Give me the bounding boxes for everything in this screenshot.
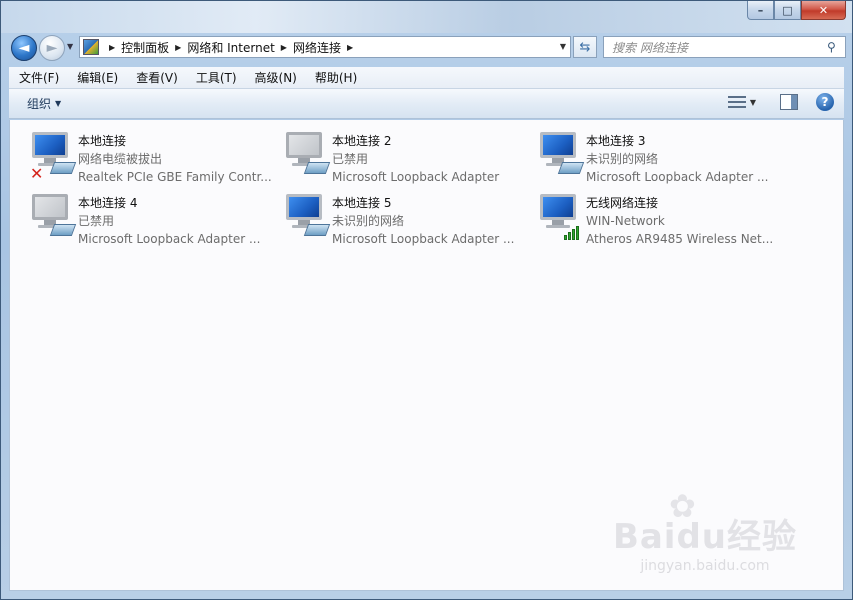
signal-strength-icon — [564, 224, 584, 240]
help-icon[interactable]: ? — [816, 93, 834, 111]
connection-adapter: Realtek PCIe GBE Family Contr... — [78, 170, 272, 184]
connection-status: WIN-Network — [586, 214, 665, 228]
change-view-icon[interactable] — [727, 95, 746, 109]
ethernet-plug-icon — [303, 224, 331, 236]
network-adapter-icon: ✕ — [22, 126, 78, 182]
menu-edit[interactable]: 编辑(E) — [67, 69, 126, 86]
chevron-right-icon[interactable]: ▶ — [281, 43, 287, 52]
connection-adapter: Microsoft Loopback Adapter ... — [586, 170, 769, 184]
views-dropdown-icon[interactable]: ▼ — [750, 98, 756, 107]
toolbar-right: ▼ ? — [727, 93, 834, 111]
connection-status: 未识别的网络 — [332, 214, 405, 228]
breadcrumb-network-connections[interactable]: 网络连接 — [293, 39, 341, 56]
explorer-window: – □ ✕ ◄ ► ▼ ▶ 控制面板 ▶ 网络和 Internet ▶ 网络连接… — [0, 0, 853, 600]
connection-item[interactable]: 本地连接 2 已禁用 Microsoft Loopback Adapter — [276, 126, 526, 184]
control-panel-icon — [83, 39, 99, 55]
search-icon[interactable]: ⚲ — [827, 40, 845, 54]
preview-pane-icon[interactable] — [780, 94, 798, 110]
history-dropdown-icon[interactable]: ▼ — [67, 42, 73, 51]
breadcrumb-network-internet[interactable]: 网络和 Internet — [187, 39, 274, 56]
connection-adapter: Microsoft Loopback Adapter ... — [78, 232, 261, 246]
title-bar — [1, 1, 852, 33]
network-adapter-icon — [22, 188, 78, 244]
address-bar[interactable]: ▶ 控制面板 ▶ 网络和 Internet ▶ 网络连接 ▶ ▼ — [79, 36, 571, 58]
ethernet-plug-icon — [557, 162, 585, 174]
search-box[interactable]: 搜索 网络连接 ⚲ — [603, 36, 846, 58]
minimize-button[interactable]: – — [747, 1, 774, 20]
address-dropdown-icon[interactable]: ▼ — [560, 42, 566, 51]
watermark-url: jingyan.baidu.com — [640, 558, 770, 574]
connection-name: 本地连接 4 — [78, 196, 138, 210]
back-button[interactable]: ◄ — [11, 35, 37, 61]
search-input[interactable]: 搜索 网络连接 — [612, 39, 827, 56]
connection-item[interactable]: 本地连接 5 未识别的网络 Microsoft Loopback Adapter… — [276, 188, 526, 246]
connection-adapter: Microsoft Loopback Adapter — [332, 170, 500, 184]
connection-status: 已禁用 — [332, 152, 369, 166]
organize-button[interactable]: 组织 ▼ — [27, 95, 61, 112]
network-adapter-icon — [530, 126, 586, 182]
refresh-button[interactable]: ⇆ — [573, 36, 597, 58]
chevron-down-icon: ▼ — [55, 99, 62, 108]
connections-list: ✕ 本地连接 网络电缆被拔出 Realtek PCIe GBE Family C… — [9, 120, 844, 591]
connection-status: 网络电缆被拔出 — [78, 152, 163, 166]
ethernet-plug-icon — [49, 224, 77, 236]
disconnected-x-icon: ✕ — [30, 164, 44, 183]
connection-name: 本地连接 — [78, 134, 127, 148]
menu-file[interactable]: 文件(F) — [9, 69, 67, 86]
watermark: ✿ Baidu经验 jingyan.baidu.com — [612, 487, 797, 574]
wireless-adapter-icon — [530, 188, 586, 244]
network-adapter-icon — [276, 188, 332, 244]
connection-adapter: Atheros AR9485 Wireless Net... — [586, 232, 774, 246]
ethernet-plug-icon — [303, 162, 331, 174]
menu-bar: 文件(F) 编辑(E) 查看(V) 工具(T) 高级(N) 帮助(H) — [9, 67, 844, 89]
paw-logo-icon: ✿ — [668, 487, 696, 525]
close-button[interactable]: ✕ — [801, 1, 846, 20]
connection-status: 已禁用 — [78, 214, 115, 228]
ethernet-plug-icon — [49, 162, 77, 174]
network-adapter-icon — [276, 126, 332, 182]
maximize-button[interactable]: □ — [774, 1, 801, 20]
caption-buttons: – □ ✕ — [747, 1, 846, 21]
navigation-bar: ◄ ► ▼ ▶ 控制面板 ▶ 网络和 Internet ▶ 网络连接 ▶ ▼ ⇆… — [9, 33, 846, 61]
connection-name: 本地连接 2 — [332, 134, 392, 148]
chevron-right-icon[interactable]: ▶ — [175, 43, 181, 52]
forward-button[interactable]: ► — [39, 35, 65, 61]
menu-tools[interactable]: 工具(T) — [186, 69, 245, 86]
organize-label: 组织 — [27, 97, 52, 111]
connection-name: 本地连接 3 — [586, 134, 646, 148]
connection-adapter: Microsoft Loopback Adapter ... — [332, 232, 515, 246]
menu-help[interactable]: 帮助(H) — [305, 69, 365, 86]
breadcrumb-control-panel[interactable]: 控制面板 — [121, 39, 169, 56]
refresh-icon: ⇆ — [579, 39, 591, 55]
connection-name: 无线网络连接 — [586, 196, 659, 210]
watermark-brand: Baidu经验 — [612, 517, 797, 557]
chevron-right-icon[interactable]: ▶ — [347, 43, 353, 52]
connection-item[interactable]: 本地连接 3 未识别的网络 Microsoft Loopback Adapter… — [530, 126, 780, 184]
connection-item[interactable]: 无线网络连接 WIN-Network Atheros AR9485 Wirele… — [530, 188, 780, 246]
command-bar: 组织 ▼ ▼ ? — [9, 89, 844, 119]
connection-status: 未识别的网络 — [586, 152, 659, 166]
menu-advanced[interactable]: 高级(N) — [245, 69, 305, 86]
menu-view[interactable]: 查看(V) — [126, 69, 186, 86]
connection-item[interactable]: ✕ 本地连接 网络电缆被拔出 Realtek PCIe GBE Family C… — [22, 126, 272, 184]
chevron-right-icon[interactable]: ▶ — [109, 43, 115, 52]
connection-name: 本地连接 5 — [332, 196, 392, 210]
connection-item[interactable]: 本地连接 4 已禁用 Microsoft Loopback Adapter ..… — [22, 188, 272, 246]
